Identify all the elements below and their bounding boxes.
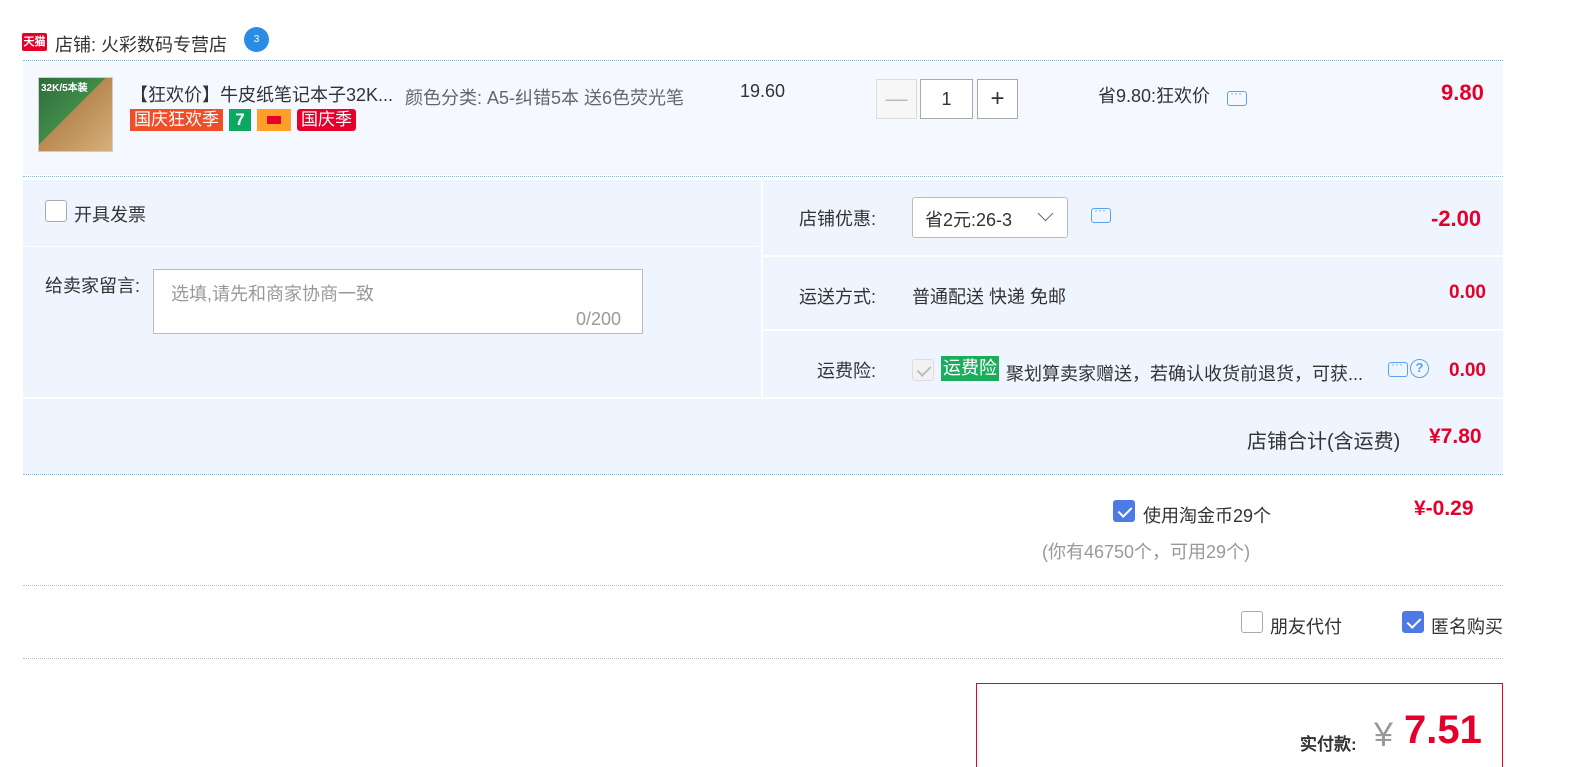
shipping-method: 普通配送 快递 免邮 (912, 287, 1067, 307)
divider (23, 246, 761, 247)
taobao-coin-checkbox[interactable] (1113, 500, 1135, 522)
friend-pay-checkbox[interactable] (1241, 611, 1263, 633)
shop-discount-amount: -2.00 (1431, 206, 1482, 231)
help-icon[interactable]: ? (1410, 359, 1429, 378)
shipping-label: 运送方式: (799, 287, 877, 307)
discount-info-icon[interactable] (1091, 203, 1111, 223)
divider (23, 474, 1503, 475)
insurance-label: 运费险: (817, 361, 877, 381)
divider (23, 658, 1503, 659)
quantity-input[interactable]: 1 (920, 79, 973, 119)
insurance-fee: 0.00 (1449, 360, 1486, 381)
payment-label: 实付款: (1300, 735, 1357, 754)
quantity-decrease-button[interactable]: — (876, 79, 917, 119)
anonymous-purchase-checkbox[interactable] (1402, 611, 1424, 633)
shop-discount-value[interactable]: 省2元:26-3 (925, 206, 1012, 232)
shipping-fee: 0.00 (1449, 282, 1486, 303)
insurance-badge: 运费险 (941, 356, 999, 381)
insurance-info-icon[interactable] (1388, 357, 1408, 377)
shop-discount-label: 店铺优惠: (799, 209, 877, 229)
promo-tags: 国庆狂欢季 7 国庆季 (130, 109, 356, 131)
subtotal-value: ¥7.80 (1429, 425, 1482, 448)
store-name[interactable]: 店铺: 火彩数码专营店 (55, 31, 227, 57)
anonymous-purchase-label[interactable]: 匿名购买 (1431, 613, 1503, 639)
divider (23, 176, 1503, 177)
tag-national-day: 国庆季 (297, 109, 356, 131)
product-thumbnail[interactable]: 32K/5本装 (38, 77, 113, 152)
divider (23, 585, 1503, 586)
sku-info: 颜色分类: A5-纠错5本 送6色荧光笔 (405, 88, 685, 108)
taobao-coin-discount: ¥-0.29 (1414, 497, 1474, 520)
tag-national-day-carnival: 国庆狂欢季 (130, 109, 223, 131)
quantity-increase-button[interactable]: + (977, 79, 1018, 119)
message-char-counter: 0/200 (576, 309, 622, 329)
insurance-checkbox (912, 359, 934, 381)
promo-info-icon[interactable] (1227, 86, 1247, 106)
friend-pay-label[interactable]: 朋友代付 (1270, 613, 1342, 639)
unit-price: 19.60 (740, 81, 786, 101)
taobao-coin-balance: (你有46750个，可用29个) (1042, 542, 1251, 562)
subtotal-label: 店铺合计(含运费) (1247, 431, 1401, 453)
message-label: 给卖家留言: (45, 276, 141, 296)
wangwang-chat-icon[interactable]: 3 (244, 27, 269, 52)
tag-seven-day-return: 7 (229, 109, 251, 131)
message-placeholder: 选填,请先和商家协商一致 (171, 284, 374, 304)
invoice-checkbox[interactable] (45, 200, 67, 222)
invoice-label[interactable]: 开具发票 (74, 201, 146, 227)
item-total: 9.80 (1441, 80, 1484, 105)
taobao-coin-label[interactable]: 使用淘金币29个 (1143, 502, 1271, 528)
thumbnail-text: 32K/5本装 (41, 83, 88, 94)
item-promotion: 省9.80:狂欢价 (1098, 86, 1211, 106)
insurance-description: 聚划算卖家赠送，若确认收货前退货，可获... (1006, 364, 1364, 384)
payment-currency: ¥ (1374, 716, 1393, 754)
product-title-link[interactable]: 【狂欢价】牛皮纸笔记本子32K... (130, 81, 393, 107)
tmall-logo: 天猫 (22, 33, 47, 51)
credit-card-icon (257, 109, 291, 131)
payment-total: 7.51 (1404, 708, 1482, 752)
